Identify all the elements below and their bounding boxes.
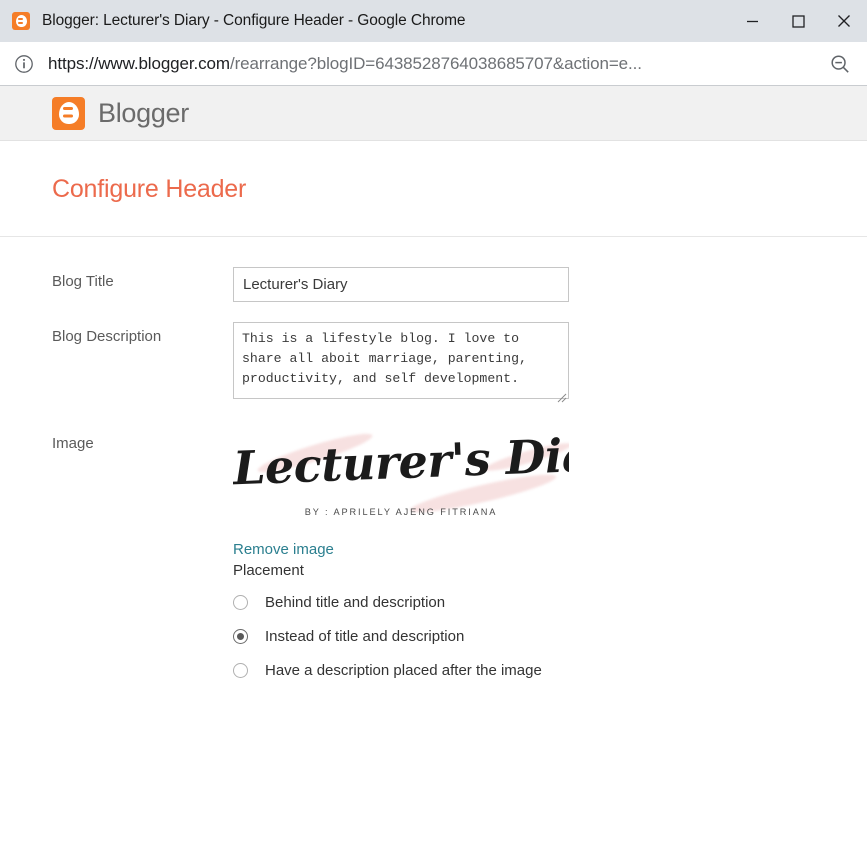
- image-block: Lecturer's Diary BY : APRILELY AJENG FIT…: [233, 429, 569, 687]
- blog-description-row: Blog Description: [0, 322, 867, 404]
- blog-description-label: Blog Description: [52, 328, 162, 345]
- address-bar-url[interactable]: https://www.blogger.com/rearrange?blogID…: [48, 54, 821, 74]
- header-image-byline-text: BY : APRILELY AJENG FITRIANA: [304, 507, 498, 517]
- placement-option-instead[interactable]: Instead of title and description: [233, 619, 569, 653]
- radio-button-selected-icon[interactable]: [233, 628, 248, 644]
- placement-option-label: Instead of title and description: [265, 627, 465, 645]
- remove-image-link[interactable]: Remove image: [233, 541, 334, 558]
- close-button[interactable]: [821, 0, 867, 42]
- page-content: Blogger Configure Header Blog Title Blog…: [0, 86, 867, 860]
- zoom-out-icon[interactable]: [829, 53, 851, 75]
- blogger-brand-bar: Blogger: [0, 86, 867, 141]
- url-host-part: https://www.blogger.com: [48, 53, 230, 73]
- blog-title-label: Blog Title: [52, 273, 114, 290]
- site-info-icon[interactable]: [14, 54, 34, 74]
- chrome-browser-window: Blogger: Lecturer's Diary - Configure He…: [0, 0, 867, 860]
- minimize-button[interactable]: [729, 0, 775, 42]
- blogger-logo-icon[interactable]: [52, 96, 85, 130]
- url-path-part: /rearrange?blogID=6438528764038685707&ac…: [229, 53, 642, 73]
- omnibox-toolbar: https://www.blogger.com/rearrange?blogID…: [0, 42, 867, 86]
- radio-button-icon[interactable]: [233, 662, 248, 678]
- maximize-button[interactable]: [775, 0, 821, 42]
- page-title: Configure Header: [52, 175, 247, 203]
- configure-header-form: Blog Title Blog Description: [0, 237, 867, 687]
- blogger-wordmark: Blogger: [98, 97, 189, 128]
- page-title-section: Configure Header: [0, 141, 867, 237]
- placement-option-after[interactable]: Have a description placed after the imag…: [233, 653, 569, 687]
- image-label: Image: [52, 435, 94, 452]
- header-image-preview[interactable]: Lecturer's Diary BY : APRILELY AJENG FIT…: [233, 429, 569, 529]
- image-row: Image Lecturer's Diary BY : APRILELY AJE…: [0, 429, 867, 687]
- placement-option-label: Behind title and description: [265, 593, 446, 611]
- blogger-favicon-icon: [12, 12, 30, 30]
- window-titlebar: Blogger: Lecturer's Diary - Configure He…: [0, 0, 867, 42]
- placement-label: Placement: [233, 562, 304, 579]
- blog-description-textarea[interactable]: [233, 322, 569, 399]
- radio-button-icon[interactable]: [233, 594, 248, 610]
- blog-description-wrapper: [233, 322, 569, 404]
- blog-title-row: Blog Title: [0, 267, 867, 302]
- placement-option-label: Have a description placed after the imag…: [265, 661, 542, 679]
- window-controls: [729, 0, 867, 42]
- window-title: Blogger: Lecturer's Diary - Configure He…: [42, 12, 466, 29]
- blog-title-input[interactable]: [233, 267, 569, 302]
- placement-option-behind[interactable]: Behind title and description: [233, 585, 569, 619]
